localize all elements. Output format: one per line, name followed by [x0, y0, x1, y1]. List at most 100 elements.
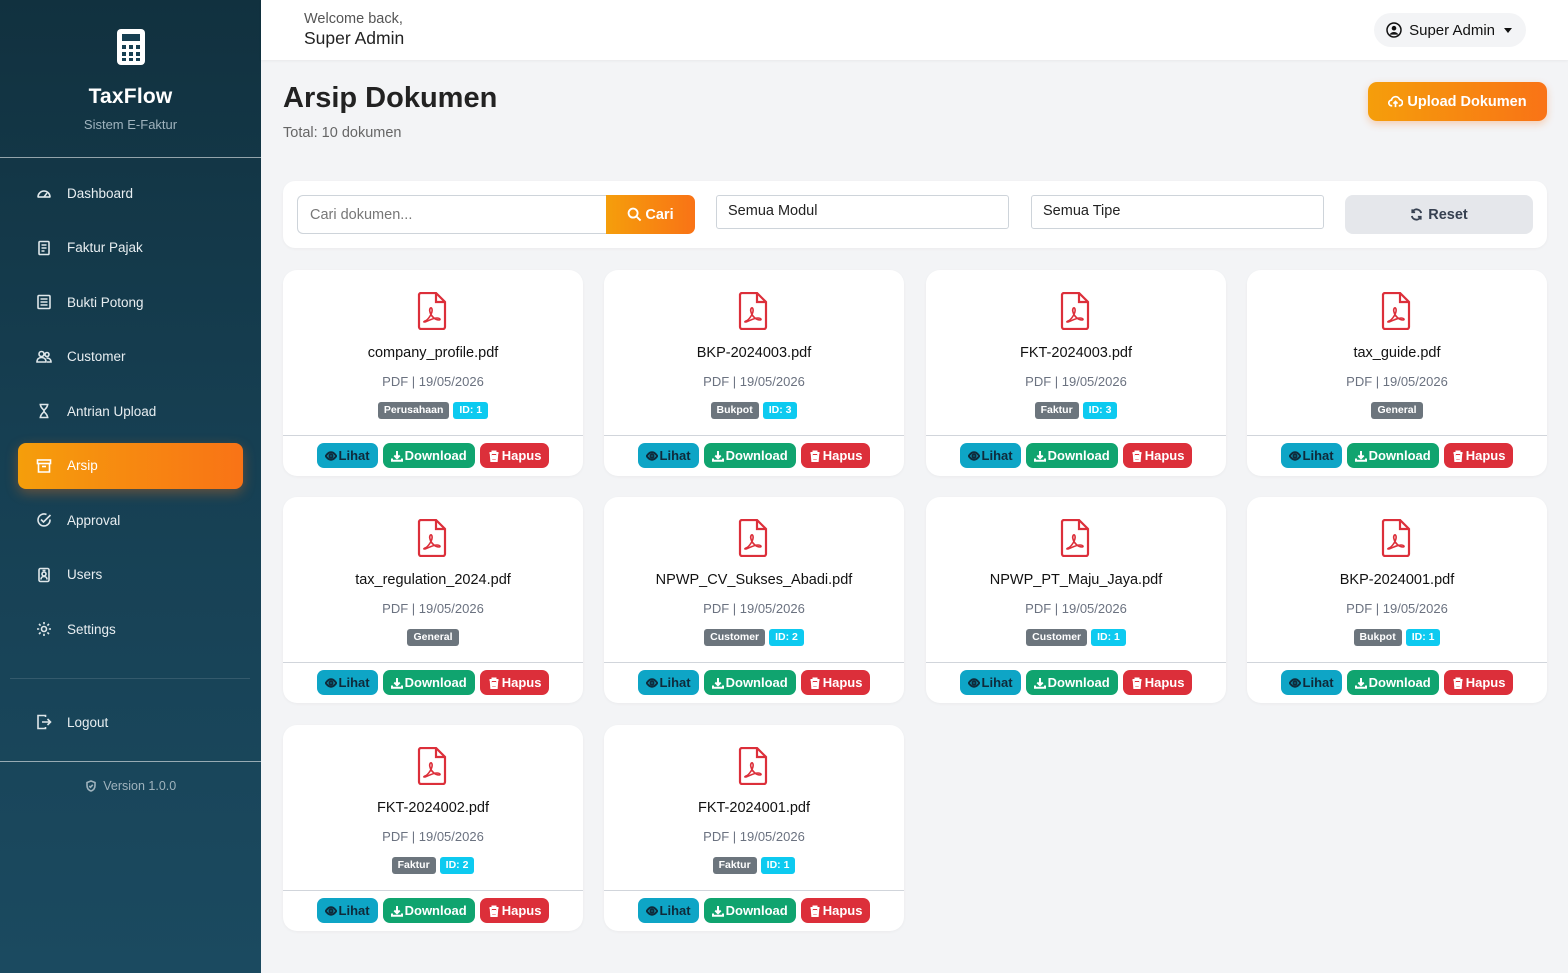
document-name: NPWP_PT_Maju_Jaya.pdf: [989, 572, 1163, 588]
view-button[interactable]: Lihat: [316, 443, 378, 468]
search-input[interactable]: [297, 195, 607, 234]
sidebar-item-settings[interactable]: Settings: [18, 606, 243, 652]
download-button[interactable]: Download: [703, 443, 796, 468]
view-button[interactable]: Lihat: [316, 898, 378, 923]
receipt-icon: [35, 293, 53, 311]
delete-button[interactable]: Hapus: [479, 443, 550, 468]
delete-button[interactable]: Hapus: [800, 670, 871, 695]
delete-button[interactable]: Hapus: [1443, 670, 1514, 695]
sidebar-item-approval[interactable]: Approval: [18, 497, 243, 543]
delete-label: Hapus: [822, 903, 863, 918]
trash-icon: [489, 905, 499, 917]
people-icon: [35, 348, 53, 366]
sidebar-item-arsip[interactable]: Arsip: [18, 442, 243, 489]
view-button[interactable]: Lihat: [637, 443, 699, 468]
sidebar-item-dashboard[interactable]: Dashboard: [18, 170, 243, 216]
download-label: Download: [404, 903, 467, 918]
download-icon: [1354, 450, 1367, 462]
speedometer-icon: [35, 184, 53, 202]
view-button[interactable]: Lihat: [637, 898, 699, 923]
document-badges: General: [283, 629, 583, 646]
delete-button[interactable]: Hapus: [479, 670, 550, 695]
document-name: FKT-2024001.pdf: [697, 800, 811, 816]
card-actions: Lihat Download Hapus: [1247, 443, 1547, 468]
document-badges: Faktur ID: 2: [283, 857, 583, 874]
sidebar-item-users[interactable]: Users: [18, 552, 243, 598]
id-badge: ID: 2: [439, 857, 475, 874]
eye-icon: [1288, 677, 1301, 688]
eye-icon: [324, 677, 337, 688]
delete-button[interactable]: Hapus: [800, 443, 871, 468]
reset-button[interactable]: Reset: [1345, 195, 1533, 234]
user-menu-button[interactable]: Super Admin: [1374, 13, 1526, 47]
download-button[interactable]: Download: [1025, 443, 1118, 468]
download-button[interactable]: Download: [1025, 670, 1118, 695]
document-name: tax_guide.pdf: [1353, 345, 1441, 361]
cloud-upload-icon: [1388, 95, 1404, 108]
document-card: NPWP_PT_Maju_Jaya.pdf PDF | 19/05/2026 C…: [926, 497, 1226, 703]
type-select[interactable]: Semua Tipe: [1031, 195, 1324, 229]
id-badge: ID: 1: [453, 402, 489, 419]
pdf-file-icon: [738, 292, 768, 330]
logout-button[interactable]: Logout: [18, 699, 244, 745]
card-divider: [926, 662, 1226, 663]
sidebar-item-bukti-potong[interactable]: Bukti Potong: [18, 279, 243, 325]
category-badge: Faktur: [712, 857, 757, 874]
card-divider: [1247, 435, 1547, 436]
download-button[interactable]: Download: [1346, 443, 1439, 468]
document-name: BKP-2024001.pdf: [1339, 572, 1455, 588]
upload-document-button[interactable]: Upload Dokumen: [1368, 82, 1547, 121]
delete-button[interactable]: Hapus: [1443, 443, 1514, 468]
document-name: FKT-2024003.pdf: [1019, 345, 1133, 361]
module-select[interactable]: Semua Modul: [716, 195, 1009, 229]
view-button[interactable]: Lihat: [1280, 443, 1342, 468]
version-footer: Version 1.0.0: [0, 761, 261, 793]
delete-button[interactable]: Hapus: [1122, 443, 1193, 468]
eye-icon: [1288, 450, 1301, 461]
view-label: Lihat: [338, 448, 370, 463]
view-button[interactable]: Lihat: [316, 670, 378, 695]
document-card: BKP-2024001.pdf PDF | 19/05/2026 Bukpot I…: [1247, 497, 1547, 703]
delete-button[interactable]: Hapus: [800, 898, 871, 923]
download-label: Download: [1047, 675, 1110, 690]
category-badge: Customer: [1026, 629, 1088, 646]
welcome-text: Welcome back,: [304, 11, 403, 27]
view-button[interactable]: Lihat: [959, 670, 1021, 695]
view-button[interactable]: Lihat: [637, 670, 699, 695]
document-badges: Faktur ID: 1: [604, 857, 904, 874]
view-label: Lihat: [659, 675, 691, 690]
view-button[interactable]: Lihat: [1280, 670, 1342, 695]
sidebar-item-antrian-upload[interactable]: Antrian Upload: [18, 388, 243, 434]
sidebar-item-label: Approval: [67, 512, 121, 528]
trash-icon: [1132, 677, 1142, 689]
view-button[interactable]: Lihat: [959, 443, 1021, 468]
category-badge: Bukpot: [710, 402, 759, 419]
search-label: Cari: [645, 206, 674, 223]
welcome-block: Welcome back, Super Admin: [304, 11, 404, 49]
download-button[interactable]: Download: [703, 670, 796, 695]
download-button[interactable]: Download: [703, 898, 796, 923]
download-button[interactable]: Download: [1346, 670, 1439, 695]
card-divider: [926, 435, 1226, 436]
trash-icon: [810, 905, 820, 917]
sidebar-item-label: Faktur Pajak: [67, 240, 143, 255]
delete-label: Hapus: [1144, 675, 1185, 690]
view-label: Lihat: [1302, 675, 1334, 690]
category-badge: Customer: [704, 629, 766, 646]
delete-button[interactable]: Hapus: [1122, 670, 1193, 695]
eye-icon: [324, 450, 337, 461]
search-button[interactable]: Cari: [606, 195, 695, 234]
card-actions: Lihat Download Hapus: [926, 443, 1226, 468]
delete-button[interactable]: Hapus: [479, 898, 550, 923]
download-button[interactable]: Download: [382, 443, 475, 468]
document-name: FKT-2024002.pdf: [376, 800, 490, 816]
brand: TaxFlow Sistem E-Faktur: [0, 0, 261, 158]
delete-label: Hapus: [501, 448, 542, 463]
sidebar-item-customer[interactable]: Customer: [18, 334, 243, 380]
document-meta: PDF | 19/05/2026: [1025, 374, 1127, 389]
sidebar-item-faktur-pajak[interactable]: Faktur Pajak: [18, 225, 243, 271]
download-button[interactable]: Download: [382, 670, 475, 695]
card-divider: [604, 435, 904, 436]
download-button[interactable]: Download: [382, 898, 475, 923]
download-label: Download: [1368, 675, 1431, 690]
